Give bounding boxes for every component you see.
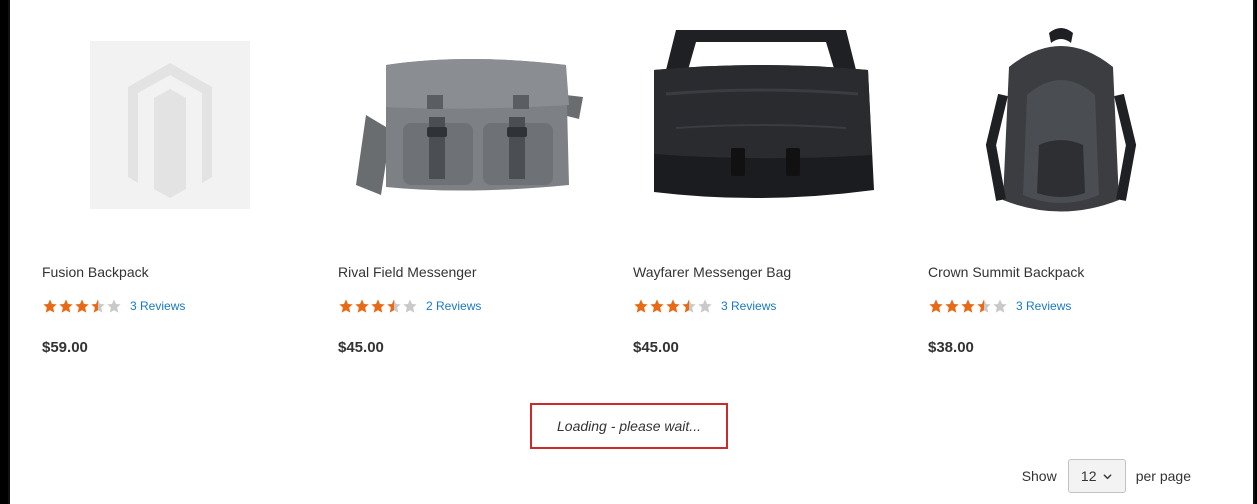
star-filled-icon [961, 299, 975, 313]
star-filled-icon [945, 299, 959, 313]
star-filled-icon [75, 299, 89, 313]
rating-row: 3 Reviews [928, 298, 1071, 314]
star-filled-icon [43, 299, 57, 313]
star-half-icon [682, 299, 696, 313]
star-filled-icon [666, 299, 680, 313]
loading-text: Loading - please wait... [557, 418, 701, 434]
rating-stars [633, 298, 713, 314]
per-page-select[interactable]: 12 [1067, 459, 1126, 493]
rating-stars [928, 298, 1008, 314]
star-filled-icon [650, 299, 664, 313]
star-filled-icon [634, 299, 648, 313]
product-name[interactable]: Rival Field Messenger [338, 264, 477, 280]
star-filled-icon [339, 299, 353, 313]
product-image[interactable] [928, 0, 1184, 250]
product-name[interactable]: Wayfarer Messenger Bag [633, 264, 791, 280]
product-name[interactable]: Crown Summit Backpack [928, 264, 1084, 280]
reviews-link[interactable]: 3 Reviews [721, 299, 776, 313]
chevron-down-icon [1103, 473, 1111, 479]
product-name[interactable]: Fusion Backpack [42, 264, 149, 280]
backpack-image [931, 25, 1181, 225]
star-filled-icon [355, 299, 369, 313]
product-image[interactable] [633, 0, 889, 250]
star-filled-icon [929, 299, 943, 313]
show-label: Show [1021, 468, 1057, 484]
per-page-toolbar: Show 12 per page [1022, 459, 1191, 493]
messenger-bag-image [341, 35, 591, 215]
rating-row: 3 Reviews [42, 298, 185, 314]
star-half-icon [387, 299, 401, 313]
reviews-link[interactable]: 3 Reviews [130, 299, 185, 313]
star-half-icon [977, 299, 991, 313]
star-empty-icon [993, 299, 1007, 313]
product-price: $45.00 [633, 339, 679, 356]
rating-stars [42, 298, 122, 314]
per-page-suffix: per page [1135, 468, 1191, 484]
rating-stars [338, 298, 418, 314]
star-filled-icon [371, 299, 385, 313]
rating-row: 2 Reviews [338, 298, 481, 314]
product-grid-frame: Fusion Backpack 3 Reviews $59.00 Rival F… [8, 0, 1255, 504]
product-price: $45.00 [338, 339, 384, 356]
rating-row: 3 Reviews [633, 298, 776, 314]
reviews-link[interactable]: 3 Reviews [1016, 299, 1071, 313]
magento-logo-placeholder-icon [90, 41, 250, 209]
loading-indicator: Loading - please wait... [530, 403, 728, 449]
star-empty-icon [698, 299, 712, 313]
product-price: $38.00 [928, 339, 974, 356]
per-page-value: 12 [1080, 468, 1097, 484]
star-half-icon [91, 299, 105, 313]
product-image[interactable] [338, 0, 594, 250]
star-filled-icon [59, 299, 73, 313]
reviews-link[interactable]: 2 Reviews [426, 299, 481, 313]
product-price: $59.00 [42, 339, 88, 356]
messenger-bag-image [636, 30, 886, 220]
star-empty-icon [403, 299, 417, 313]
product-image[interactable] [42, 0, 298, 250]
star-empty-icon [107, 299, 121, 313]
